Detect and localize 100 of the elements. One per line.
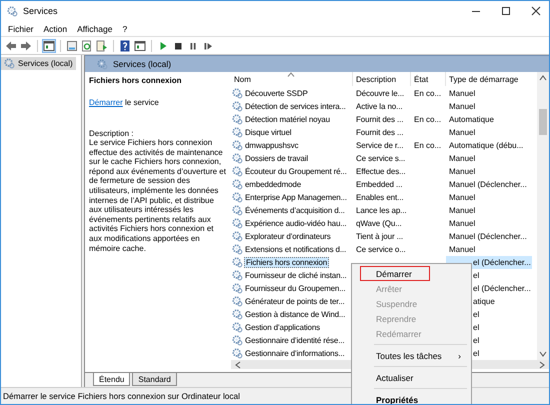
service-name[interactable]: Générateur de points de ter...: [244, 297, 346, 306]
scroll-right-icon[interactable]: [539, 360, 545, 369]
menu-item[interactable]: Toutes les tâches ›: [354, 348, 469, 363]
gear-icon: [232, 244, 243, 256]
service-name[interactable]: Gestionnaire d’informations...: [244, 349, 346, 358]
service-name[interactable]: Détection de services intera...: [244, 102, 347, 112]
table-cell: Ce service s...: [356, 154, 406, 164]
service-name[interactable]: Fichiers hors connexion: [244, 257, 330, 268]
help-icon[interactable]: [119, 40, 131, 52]
maximize-icon[interactable]: [501, 6, 511, 16]
start-service-text: Démarrer le service: [89, 98, 160, 107]
gear-icon: [7, 6, 18, 16]
service-title: Fichiers hors connexion: [89, 76, 182, 85]
panel-header: Services (local): [85, 55, 549, 72]
service-name[interactable]: Gestionnaire d’identité rése...: [244, 336, 346, 346]
table-cell: Découvre le...: [356, 89, 404, 98]
table-cell: Enables ent...: [356, 193, 404, 202]
column-header[interactable]: Type de démarrage: [446, 72, 532, 86]
table-cell: Manuel: [449, 206, 476, 216]
service-name[interactable]: Disque virtuel: [244, 128, 292, 138]
scroll-left-icon[interactable]: [235, 360, 241, 369]
start-link[interactable]: Démarrer: [89, 98, 123, 107]
service-name[interactable]: Explorateur d’ordinateurs: [244, 232, 332, 242]
service-name[interactable]: Fournisseur de cliché instan...: [244, 271, 348, 280]
gear-icon: [232, 166, 243, 178]
gear-icon: [232, 101, 243, 112]
table-cell: el: [473, 349, 480, 358]
column-header[interactable]: Description: [353, 72, 411, 86]
table-cell: el (Déclencher...: [473, 284, 531, 294]
menu-item[interactable]: ?: [122, 24, 128, 34]
view-tab[interactable]: Étendu: [93, 373, 130, 386]
menu-item[interactable]: Actualiser: [354, 370, 469, 385]
service-name[interactable]: Dossiers de travail: [244, 154, 309, 164]
table-cell: Fournit des ...: [356, 115, 404, 124]
back-icon[interactable]: [5, 40, 17, 52]
table-cell: Service de r...: [356, 141, 404, 150]
gear-icon: [232, 205, 243, 216]
table-cell: Manuel: [449, 245, 476, 254]
console2-icon[interactable]: [134, 40, 146, 52]
table-cell: Manuel: [449, 154, 476, 164]
table-cell: Manuel: [449, 102, 476, 112]
gear-icon: [97, 58, 108, 70]
table-cell: En co...: [414, 89, 442, 98]
service-name[interactable]: Événements d’acquisition d...: [244, 206, 346, 216]
table-cell: Lance les ap...: [356, 206, 407, 216]
table-cell: Manuel (Déclencher...: [449, 232, 527, 242]
table-cell: Effectue des...: [356, 167, 406, 176]
service-name[interactable]: Gestion à distance de Wind...: [244, 310, 346, 320]
scroll-thumb[interactable]: [539, 109, 547, 135]
forward-icon[interactable]: [20, 40, 32, 52]
service-name[interactable]: embeddedmode: [244, 180, 302, 190]
tree-item[interactable]: Services (local): [1, 57, 76, 70]
export-icon[interactable]: [66, 40, 78, 52]
table-cell: el: [473, 336, 480, 346]
table-cell: Fournit des ...: [356, 128, 404, 138]
gear-icon: [232, 270, 243, 282]
gear-icon: [4, 58, 15, 69]
column-header[interactable]: État: [411, 72, 446, 86]
table-cell: Active la no...: [356, 102, 403, 112]
menu-item[interactable]: Démarrer: [360, 266, 430, 281]
gear-icon: [232, 283, 243, 294]
table-cell: Tient à jour ...: [356, 232, 404, 242]
gear-icon: [232, 140, 243, 152]
menu-item[interactable]: Fichier: [8, 24, 34, 34]
gear-icon: [232, 127, 243, 138]
menu-item[interactable]: Action: [44, 24, 68, 34]
gear-icon: [232, 296, 243, 308]
scroll-up-icon[interactable]: [539, 75, 547, 81]
service-name[interactable]: Découverte SSDP: [244, 89, 309, 98]
gear-icon: [232, 348, 243, 360]
properties-icon[interactable]: [96, 40, 108, 52]
view-tab[interactable]: Standard: [132, 373, 177, 386]
menu-item[interactable]: Propriétés: [354, 392, 469, 404]
service-name[interactable]: Fournisseur du Groupemen...: [244, 284, 346, 294]
service-name[interactable]: Écouteur du Groupement ré...: [244, 167, 348, 176]
menu-item[interactable]: Affichage: [77, 24, 112, 34]
service-name[interactable]: Détection matériel noyau: [244, 115, 331, 124]
service-name[interactable]: Enterprise App Managemen...: [244, 193, 348, 202]
table-cell: Automatique: [449, 115, 494, 124]
vertical-scrollbar[interactable]: [537, 72, 549, 360]
description-label: Description :: [89, 129, 134, 138]
scroll-down-icon[interactable]: [539, 351, 547, 357]
service-name[interactable]: Expérience audio-vidéo hau...: [244, 219, 348, 228]
column-header[interactable]: Nom: [231, 72, 353, 86]
table-cell: Automatique (débu...: [449, 141, 524, 150]
table-cell: Manuel: [449, 193, 476, 202]
service-name[interactable]: Gestion d’applications: [244, 323, 321, 332]
table-cell: Manuel: [449, 89, 476, 98]
table-cell: En co...: [414, 115, 442, 124]
table-cell: qWave (Qu...: [356, 219, 402, 228]
refresh-icon[interactable]: [81, 40, 93, 52]
gear-icon: [232, 192, 243, 204]
close-icon[interactable]: [531, 6, 541, 16]
service-name[interactable]: dmwappushsvc: [244, 141, 300, 150]
gear-icon: [232, 231, 243, 242]
table-cell: el: [473, 271, 480, 280]
table-cell: Ce service o...: [356, 245, 406, 254]
gear-icon: [232, 335, 243, 346]
service-name[interactable]: Extensions et notifications d...: [244, 245, 348, 254]
gear-icon: [232, 218, 243, 230]
